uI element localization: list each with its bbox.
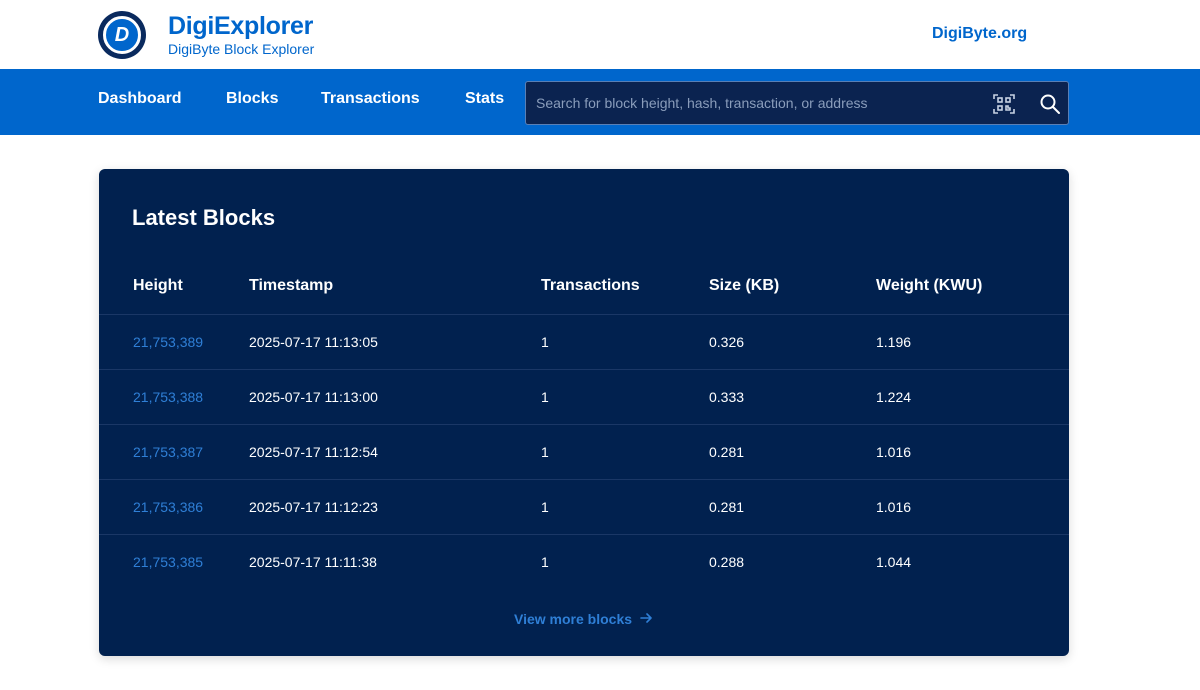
- block-height-link[interactable]: 21,753,386: [133, 499, 203, 515]
- card-title: Latest Blocks: [132, 205, 276, 230]
- block-weight: 1.016: [876, 444, 912, 460]
- block-height-link[interactable]: 21,753,385: [133, 554, 203, 570]
- nav-stats[interactable]: Stats: [465, 90, 504, 108]
- table-row: 21,753,388 2025-07-17 11:13:00 1 0.333 1…: [99, 369, 1069, 424]
- block-height-link[interactable]: 21,753,387: [133, 444, 203, 460]
- search-bar: [525, 81, 1069, 125]
- digibyte-logo[interactable]: D: [98, 11, 146, 59]
- blocks-table-body: 21,753,389 2025-07-17 11:13:05 1 0.326 1…: [99, 314, 1069, 589]
- block-height-link[interactable]: 21,753,388: [133, 389, 203, 405]
- search-icon[interactable]: [1038, 92, 1062, 116]
- block-tx-count: 1: [541, 334, 549, 350]
- block-size: 0.288: [709, 554, 745, 570]
- block-size: 0.281: [709, 499, 745, 515]
- table-row: 21,753,387 2025-07-17 11:12:54 1 0.281 1…: [99, 424, 1069, 479]
- block-weight: 1.044: [876, 554, 912, 570]
- latest-blocks-card: Latest Blocks Height Timestamp Transacti…: [99, 169, 1069, 656]
- block-size: 0.326: [709, 334, 745, 350]
- block-timestamp: 2025-07-17 11:13:05: [249, 334, 378, 350]
- block-tx-count: 1: [541, 554, 549, 570]
- table-row: 21,753,389 2025-07-17 11:13:05 1 0.326 1…: [99, 314, 1069, 369]
- brand-title[interactable]: DigiExplorer: [168, 12, 313, 41]
- block-timestamp: 2025-07-17 11:11:38: [249, 554, 377, 570]
- view-more-label: View more blocks: [514, 611, 633, 627]
- view-more-blocks-link[interactable]: View more blocks: [514, 611, 652, 627]
- table-header: Height Timestamp Transactions Size (KB) …: [99, 265, 1069, 313]
- col-transactions: Transactions: [541, 277, 640, 294]
- search-input[interactable]: [536, 82, 976, 124]
- table-row: 21,753,386 2025-07-17 11:12:23 1 0.281 1…: [99, 479, 1069, 534]
- col-timestamp: Timestamp: [249, 277, 334, 294]
- nav-blocks[interactable]: Blocks: [226, 90, 278, 108]
- block-tx-count: 1: [541, 444, 549, 460]
- block-size: 0.281: [709, 444, 745, 460]
- col-size: Size (KB): [709, 277, 780, 294]
- main-navbar: Dashboard Blocks Transactions Stats: [0, 69, 1200, 135]
- qr-code-icon[interactable]: [992, 92, 1016, 116]
- logo-inner-icon: D: [103, 16, 141, 54]
- nav-transactions[interactable]: Transactions: [321, 90, 420, 108]
- block-timestamp: 2025-07-17 11:13:00: [249, 389, 378, 405]
- brand-subtitle: DigiByte Block Explorer: [168, 41, 315, 57]
- col-height: Height: [133, 277, 183, 294]
- block-weight: 1.224: [876, 389, 912, 405]
- table-row: 21,753,385 2025-07-17 11:11:38 1 0.288 1…: [99, 534, 1069, 589]
- col-weight: Weight (KWU): [876, 277, 983, 294]
- block-timestamp: 2025-07-17 11:12:23: [249, 499, 378, 515]
- block-timestamp: 2025-07-17 11:12:54: [249, 444, 378, 460]
- top-header: D DigiExplorer DigiByte Block Explorer D…: [0, 0, 1200, 69]
- block-height-link[interactable]: 21,753,389: [133, 334, 203, 350]
- logo-letter: D: [114, 23, 130, 46]
- block-weight: 1.016: [876, 499, 912, 515]
- block-tx-count: 1: [541, 499, 549, 515]
- block-tx-count: 1: [541, 389, 549, 405]
- digibyte-org-link[interactable]: DigiByte.org: [932, 25, 1027, 43]
- block-weight: 1.196: [876, 334, 912, 350]
- block-size: 0.333: [709, 389, 745, 405]
- nav-dashboard[interactable]: Dashboard: [98, 90, 182, 108]
- arrow-right-icon: [640, 611, 652, 627]
